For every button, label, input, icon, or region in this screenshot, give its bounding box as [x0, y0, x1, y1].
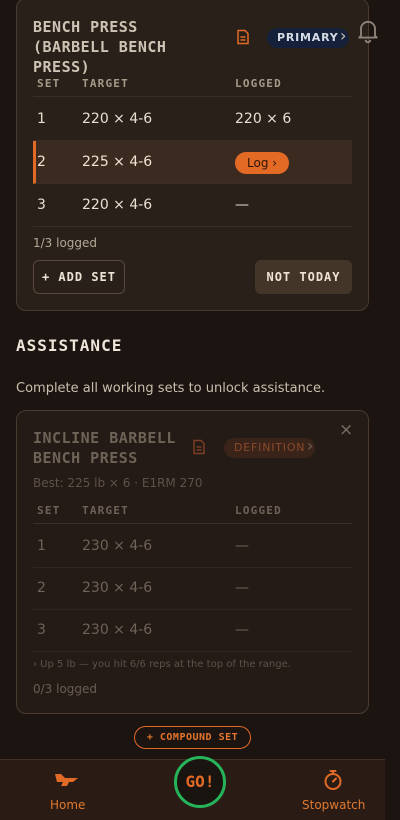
close-icon[interactable]: ×: [339, 420, 353, 440]
exercise-card-incline-bench: INCLINE BARBELL BENCH PRESS DEFINITION ›…: [16, 410, 369, 714]
set-logged: —: [235, 197, 249, 213]
set-number: 2: [37, 154, 46, 170]
set-number: 3: [37, 622, 46, 638]
not-today-button[interactable]: NOT TODAY: [255, 260, 352, 294]
add-set-button[interactable]: + ADD SET: [33, 260, 125, 294]
set-target: 230 × 4-6: [82, 622, 153, 638]
log-set-button[interactable]: Log ›: [235, 152, 290, 174]
set-logged: 220 × 6: [235, 111, 292, 127]
set-number: 2: [37, 580, 46, 596]
compound-set-button[interactable]: + COMPOUND SET: [134, 726, 251, 749]
chevron-right-icon[interactable]: ›: [307, 436, 313, 455]
progression-hint: › Up 5 lb — you hit 6/6 reps at the top …: [33, 659, 291, 670]
exercise-card-bench-press: BENCH PRESS (BARBELL BENCH PRESS) PRIMAR…: [16, 0, 369, 311]
set-row[interactable]: 1 220 × 4-6 220 × 6: [33, 98, 352, 141]
stopwatch-icon[interactable]: [322, 769, 344, 791]
set-number: 3: [37, 197, 46, 213]
document-icon[interactable]: [191, 439, 207, 455]
set-logged: —: [235, 580, 249, 596]
progress-text: 1/3 logged: [33, 236, 98, 250]
home-icon[interactable]: [54, 772, 79, 788]
set-row[interactable]: 3 220 × 4-6 —: [33, 184, 352, 227]
definition-badge: DEFINITION: [224, 438, 316, 458]
set-target: 225 × 4-6: [82, 154, 153, 170]
assistance-subtitle: Complete all working sets to unlock assi…: [16, 381, 326, 396]
set-target: 230 × 4-6: [82, 538, 153, 554]
assistance-heading: ASSISTANCE: [16, 336, 123, 355]
set-target: 220 × 4-6: [82, 197, 153, 213]
go-button[interactable]: GO!: [174, 756, 226, 808]
set-number: 1: [37, 111, 46, 127]
bell-icon[interactable]: [354, 16, 382, 44]
nav-home[interactable]: Home: [50, 798, 85, 812]
set-logged: —: [235, 538, 249, 554]
set-number: 1: [37, 538, 46, 554]
primary-badge: PRIMARY: [267, 28, 349, 48]
col-target: TARGET: [82, 504, 129, 517]
col-logged: LOGGED: [235, 77, 282, 90]
col-target: TARGET: [82, 77, 129, 90]
sets-table-header: SET TARGET LOGGED: [33, 67, 352, 97]
col-set: SET: [37, 504, 61, 517]
set-row: 3 230 × 4-6 —: [33, 609, 352, 652]
set-row: 2 230 × 4-6 —: [33, 567, 352, 610]
set-target: 230 × 4-6: [82, 580, 153, 596]
best-record: Best: 225 lb × 6 · E1RM 270: [33, 476, 203, 490]
nav-stopwatch[interactable]: Stopwatch: [302, 798, 365, 812]
set-row-active[interactable]: 2 225 × 4-6 Log ›: [33, 141, 352, 184]
set-row: 1 230 × 4-6 —: [33, 525, 352, 568]
set-logged: —: [235, 622, 249, 638]
progress-text: 0/3 logged: [33, 682, 98, 696]
chevron-right-icon[interactable]: ›: [340, 26, 346, 45]
sets-table-header: SET TARGET LOGGED: [33, 494, 352, 524]
set-target: 220 × 4-6: [82, 111, 153, 127]
col-set: SET: [37, 77, 61, 90]
exercise-title[interactable]: INCLINE BARBELL BENCH PRESS: [33, 428, 208, 468]
col-logged: LOGGED: [235, 504, 282, 517]
document-icon[interactable]: [235, 29, 251, 45]
